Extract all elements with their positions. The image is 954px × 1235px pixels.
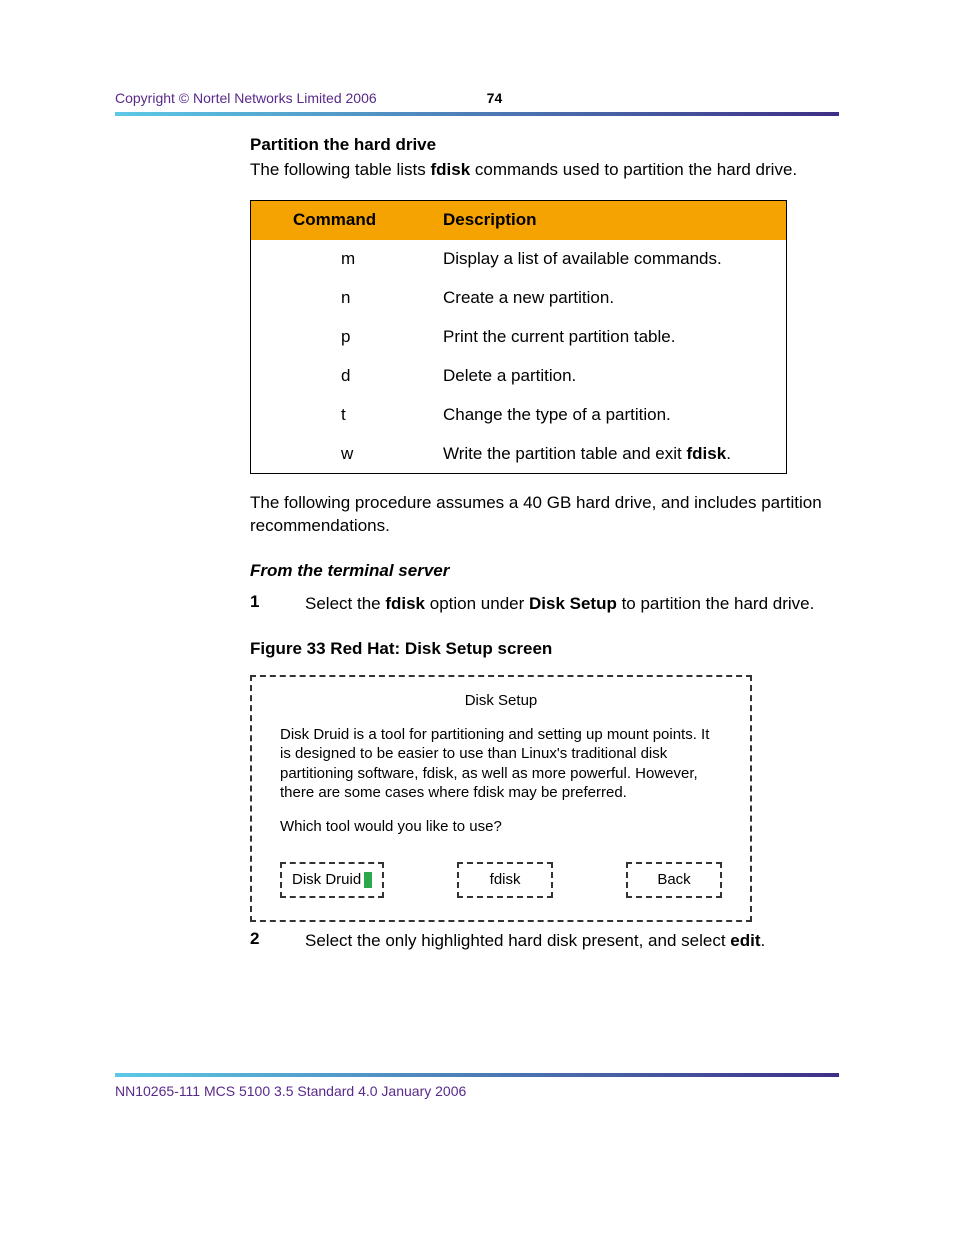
table-header-row: Command Description (251, 201, 786, 240)
step-part: . (761, 931, 766, 950)
dialog-title: Disk Setup (272, 691, 730, 711)
cell-command: w (293, 443, 443, 466)
cell-desc-post: . (726, 444, 731, 463)
figure-caption: Figure 33 Red Hat: Disk Setup screen (250, 638, 839, 661)
button-label: Back (657, 870, 690, 890)
table-header-command: Command (293, 209, 443, 232)
section-intro: The following table lists fdisk commands… (250, 159, 839, 182)
cell-command: p (293, 326, 443, 349)
footer-text: NN10265-111 MCS 5100 3.5 Standard 4.0 Ja… (115, 1083, 839, 1099)
step-part: Select the only highlighted hard disk pr… (305, 931, 730, 950)
step-part: option under (425, 594, 529, 613)
table-row: w Write the partition table and exit fdi… (251, 435, 786, 474)
disk-setup-dialog: Disk Setup Disk Druid is a tool for part… (250, 675, 752, 922)
disk-druid-button[interactable]: Disk Druid (280, 862, 384, 898)
page-number: 74 (487, 90, 503, 106)
step-text: Select the fdisk option under Disk Setup… (305, 593, 814, 616)
step-text: Select the only highlighted hard disk pr… (305, 930, 765, 953)
cell-description: Print the current partition table. (443, 326, 766, 349)
procedure-step: 1 Select the fdisk option under Disk Set… (250, 591, 839, 616)
cell-command: n (293, 287, 443, 310)
copyright-text: Copyright © Nortel Networks Limited 2006 (115, 90, 377, 106)
step-part: to partition the hard drive. (617, 594, 815, 613)
dialog-body-text: Disk Druid is a tool for partitioning an… (272, 725, 730, 803)
step-number: 1 (250, 591, 305, 616)
cell-description: Display a list of available commands. (443, 248, 766, 271)
intro-bold: fdisk (430, 160, 470, 179)
table-row: d Delete a partition. (251, 357, 786, 396)
step-part-bold: fdisk (385, 594, 425, 613)
dialog-question: Which tool would you like to use? (272, 817, 730, 837)
table-row: m Display a list of available commands. (251, 240, 786, 279)
cell-description: Delete a partition. (443, 365, 766, 388)
footer-rule (115, 1073, 839, 1077)
page-header: Copyright © Nortel Networks Limited 2006… (115, 90, 839, 106)
cell-desc-pre: Write the partition table and exit (443, 444, 687, 463)
intro-text-post: commands used to partition the hard driv… (470, 160, 797, 179)
step-part-bold: edit (730, 931, 760, 950)
cell-description: Change the type of a partition. (443, 404, 766, 427)
assumption-text: The following procedure assumes a 40 GB … (250, 492, 839, 538)
cursor-icon (364, 872, 372, 888)
fdisk-commands-table: Command Description m Display a list of … (250, 200, 787, 475)
cell-command: m (293, 248, 443, 271)
cell-description: Create a new partition. (443, 287, 766, 310)
dialog-button-row: Disk Druid fdisk Back (272, 862, 730, 898)
intro-text-pre: The following table lists (250, 160, 430, 179)
button-label: fdisk (490, 870, 521, 890)
table-header-description: Description (443, 209, 537, 232)
cell-command: d (293, 365, 443, 388)
table-row: n Create a new partition. (251, 279, 786, 318)
button-label: Disk Druid (292, 870, 361, 890)
section-title: Partition the hard drive (250, 134, 839, 157)
table-row: t Change the type of a partition. (251, 396, 786, 435)
cell-command: t (293, 404, 443, 427)
step-part: Select the (305, 594, 385, 613)
cell-description: Write the partition table and exit fdisk… (443, 443, 766, 466)
back-button[interactable]: Back (626, 862, 722, 898)
table-row: p Print the current partition table. (251, 318, 786, 357)
fdisk-button[interactable]: fdisk (457, 862, 553, 898)
step-part-bold: Disk Setup (529, 594, 617, 613)
header-rule (115, 112, 839, 116)
procedure-step: 2 Select the only highlighted hard disk … (250, 928, 839, 953)
procedure-heading: From the terminal server (250, 560, 839, 583)
cell-desc-bold: fdisk (687, 444, 727, 463)
step-number: 2 (250, 928, 305, 953)
